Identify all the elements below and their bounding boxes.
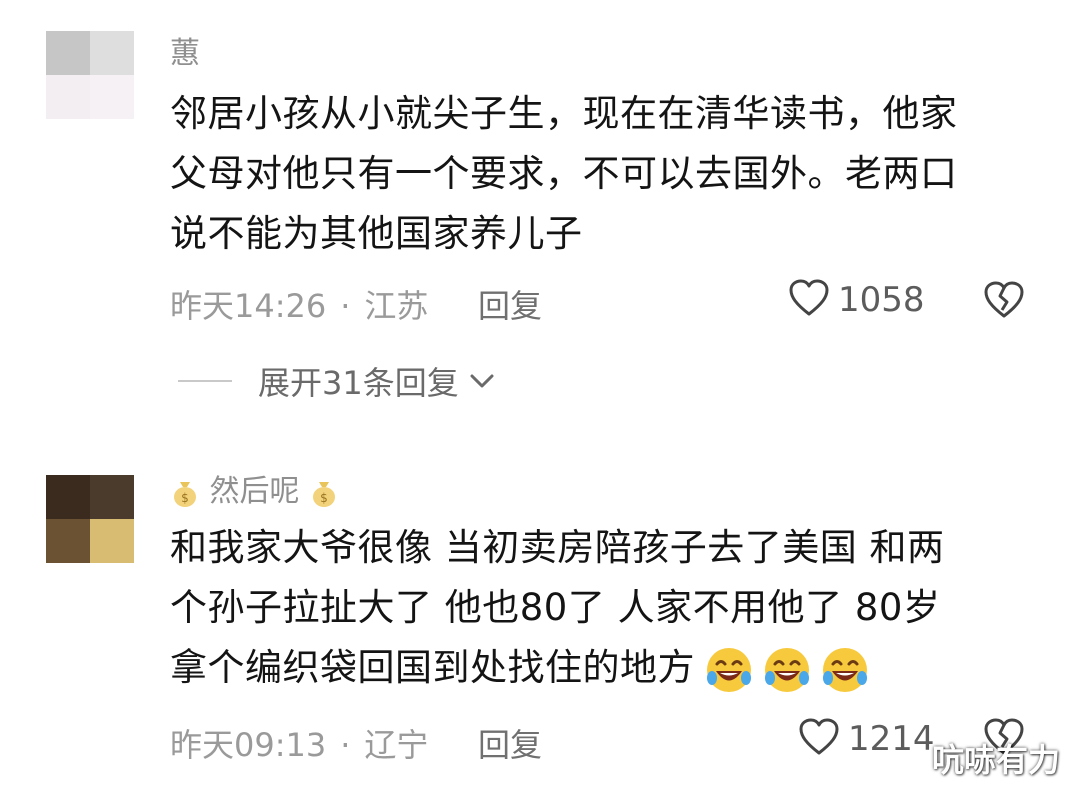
rolling-laughing-emoji-icon [703,644,755,696]
comment-location: 江苏 [364,287,429,325]
comment-line: 拿个编织袋回国到处找住的地方 [170,638,1050,698]
avatar-tile [90,75,134,119]
svg-text:$: $ [181,491,189,505]
avatar-tile [90,31,134,75]
reply-button[interactable]: 回复 [478,281,542,327]
like-count: 1214 [848,719,935,759]
comment-time: 昨天14:26 [170,287,327,325]
rolling-laughing-emoji-icon [761,644,813,696]
comment-time: 昨天09:13 [170,726,327,764]
like-button[interactable]: 1058 [788,278,925,322]
comment-text: 邻居小孩从小就尖子生，现在在清华读书，他家 父母对他只有一个要求，不可以去国外。… [170,84,1050,264]
emoji-group [697,644,871,696]
comment-line: 父母对他只有一个要求，不可以去国外。老两口 [170,152,958,195]
money-bag-icon: $ [309,478,339,508]
rolling-laughing-emoji-icon [819,644,871,696]
svg-text:$: $ [320,491,328,505]
expand-replies-label: 展开31条回复 [258,364,459,402]
heart-outline-icon [788,278,830,322]
comment-meta: 昨天14:26 · 江苏 [170,281,428,327]
reply-button[interactable]: 回复 [478,720,542,766]
avatar-tile [90,475,134,519]
avatar[interactable] [46,475,134,563]
comment-line-text: 拿个编织袋回国到处找住的地方 [170,646,695,689]
watermark: 吭哧有力 [931,741,1060,779]
avatar-tile [46,31,90,75]
comment-line: 说不能为其他国家养儿子 [170,212,583,255]
comment-text: 和我家大爷很像 当初卖房陪孩子去了美国 和两 个孙子拉扯大了 他也80了 人家不… [170,518,1050,698]
avatar-tile [46,475,90,519]
comment-line: 个孙子拉扯大了 他也80了 人家不用他了 80岁 [170,586,941,629]
comment-meta: 昨天09:13 · 辽宁 [170,720,428,766]
meta-separator: · [340,726,351,764]
dislike-button[interactable] [982,280,1026,324]
money-bag-icon: $ [170,478,200,508]
avatar-tile [46,75,90,119]
username[interactable]: 蕙 [170,28,200,72]
expand-replies-button[interactable]: 展开31条回复 [178,358,497,404]
avatar-tile [90,519,134,563]
avatar[interactable] [46,31,134,119]
username-row[interactable]: $ 然后呢 $ [170,466,339,510]
chevron-down-icon [467,371,497,391]
avatar-tile [46,519,90,563]
meta-separator: · [340,287,351,325]
comment-location: 辽宁 [364,726,429,764]
like-button[interactable]: 1214 [798,717,935,761]
divider [178,380,232,382]
username: 然后呢 [209,474,300,509]
broken-heart-icon [982,281,1026,324]
heart-outline-icon [798,717,840,761]
like-count: 1058 [838,280,925,320]
comment-line: 邻居小孩从小就尖子生，现在在清华读书，他家 [170,92,958,135]
comment-line: 和我家大爷很像 当初卖房陪孩子去了美国 和两 [170,526,945,569]
